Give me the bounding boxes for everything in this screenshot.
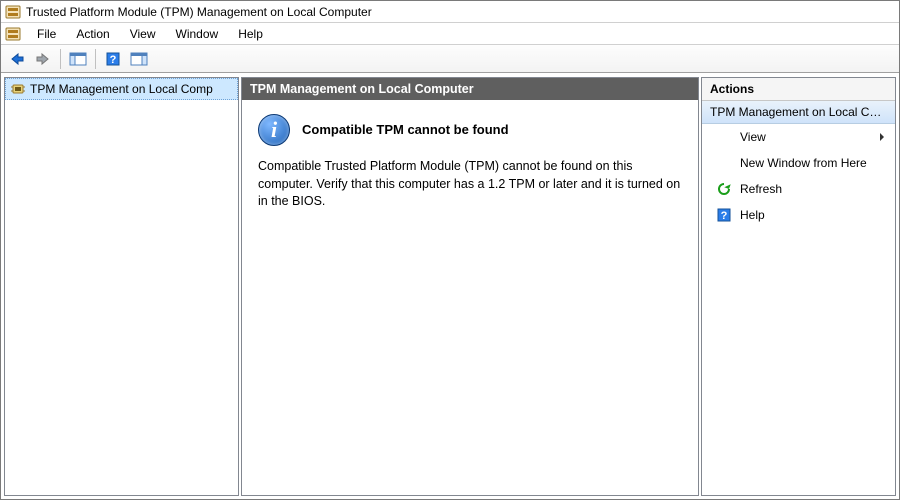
menu-action[interactable]: Action xyxy=(66,25,119,43)
tree-pane: TPM Management on Local Comp xyxy=(4,77,239,496)
action-view[interactable]: View xyxy=(702,124,895,150)
help-icon: ? xyxy=(716,207,732,223)
refresh-icon xyxy=(716,181,732,197)
forward-arrow-icon xyxy=(35,52,51,66)
action-label: New Window from Here xyxy=(740,156,867,170)
action-help[interactable]: ? Help xyxy=(702,202,895,228)
menu-file[interactable]: File xyxy=(27,25,66,43)
menu-bar: File Action View Window Help xyxy=(1,23,899,45)
actions-title: Actions xyxy=(702,78,895,101)
help-button[interactable]: ? xyxy=(101,48,125,70)
submenu-arrow-icon xyxy=(879,133,885,141)
actions-group-header: TPM Management on Local Computer xyxy=(702,101,895,124)
back-button[interactable] xyxy=(5,48,29,70)
info-icon: i xyxy=(258,114,290,146)
action-label: Help xyxy=(740,208,765,222)
action-refresh[interactable]: Refresh xyxy=(702,176,895,202)
tree-item-label: TPM Management on Local Comp xyxy=(30,82,213,96)
center-content: i Compatible TPM cannot be found Compati… xyxy=(242,100,698,225)
blank-icon xyxy=(716,155,732,171)
main-body: TPM Management on Local Comp TPM Managem… xyxy=(1,73,899,499)
tree-item-tpm-management[interactable]: TPM Management on Local Comp xyxy=(5,78,238,100)
message-body: Compatible Trusted Platform Module (TPM)… xyxy=(258,158,682,211)
tpm-chip-icon xyxy=(10,81,26,97)
message-heading: Compatible TPM cannot be found xyxy=(302,121,509,139)
forward-button[interactable] xyxy=(31,48,55,70)
window-title: Trusted Platform Module (TPM) Management… xyxy=(26,5,372,19)
show-hide-tree-button[interactable] xyxy=(66,48,90,70)
center-header: TPM Management on Local Computer xyxy=(242,78,698,100)
blank-icon xyxy=(716,129,732,145)
toolbar: ? xyxy=(1,45,899,73)
action-label: Refresh xyxy=(740,182,782,196)
panes-icon xyxy=(69,52,87,66)
toolbar-separator xyxy=(60,49,61,69)
mmc-app-icon xyxy=(5,4,21,20)
action-label: View xyxy=(740,130,766,144)
menu-window[interactable]: Window xyxy=(166,25,229,43)
center-pane: TPM Management on Local Computer i Compa… xyxy=(241,77,699,496)
action-pane-icon xyxy=(130,52,148,66)
svg-text:?: ? xyxy=(110,54,117,66)
show-hide-action-pane-button[interactable] xyxy=(127,48,151,70)
help-icon: ? xyxy=(105,51,121,67)
back-arrow-icon xyxy=(9,52,25,66)
mmc-app-icon-small xyxy=(5,26,21,42)
actions-pane: Actions TPM Management on Local Computer… xyxy=(701,77,896,496)
toolbar-separator xyxy=(95,49,96,69)
action-new-window[interactable]: New Window from Here xyxy=(702,150,895,176)
menu-view[interactable]: View xyxy=(120,25,166,43)
svg-text:?: ? xyxy=(721,210,728,222)
window-titlebar: Trusted Platform Module (TPM) Management… xyxy=(1,1,899,23)
menu-help[interactable]: Help xyxy=(228,25,273,43)
